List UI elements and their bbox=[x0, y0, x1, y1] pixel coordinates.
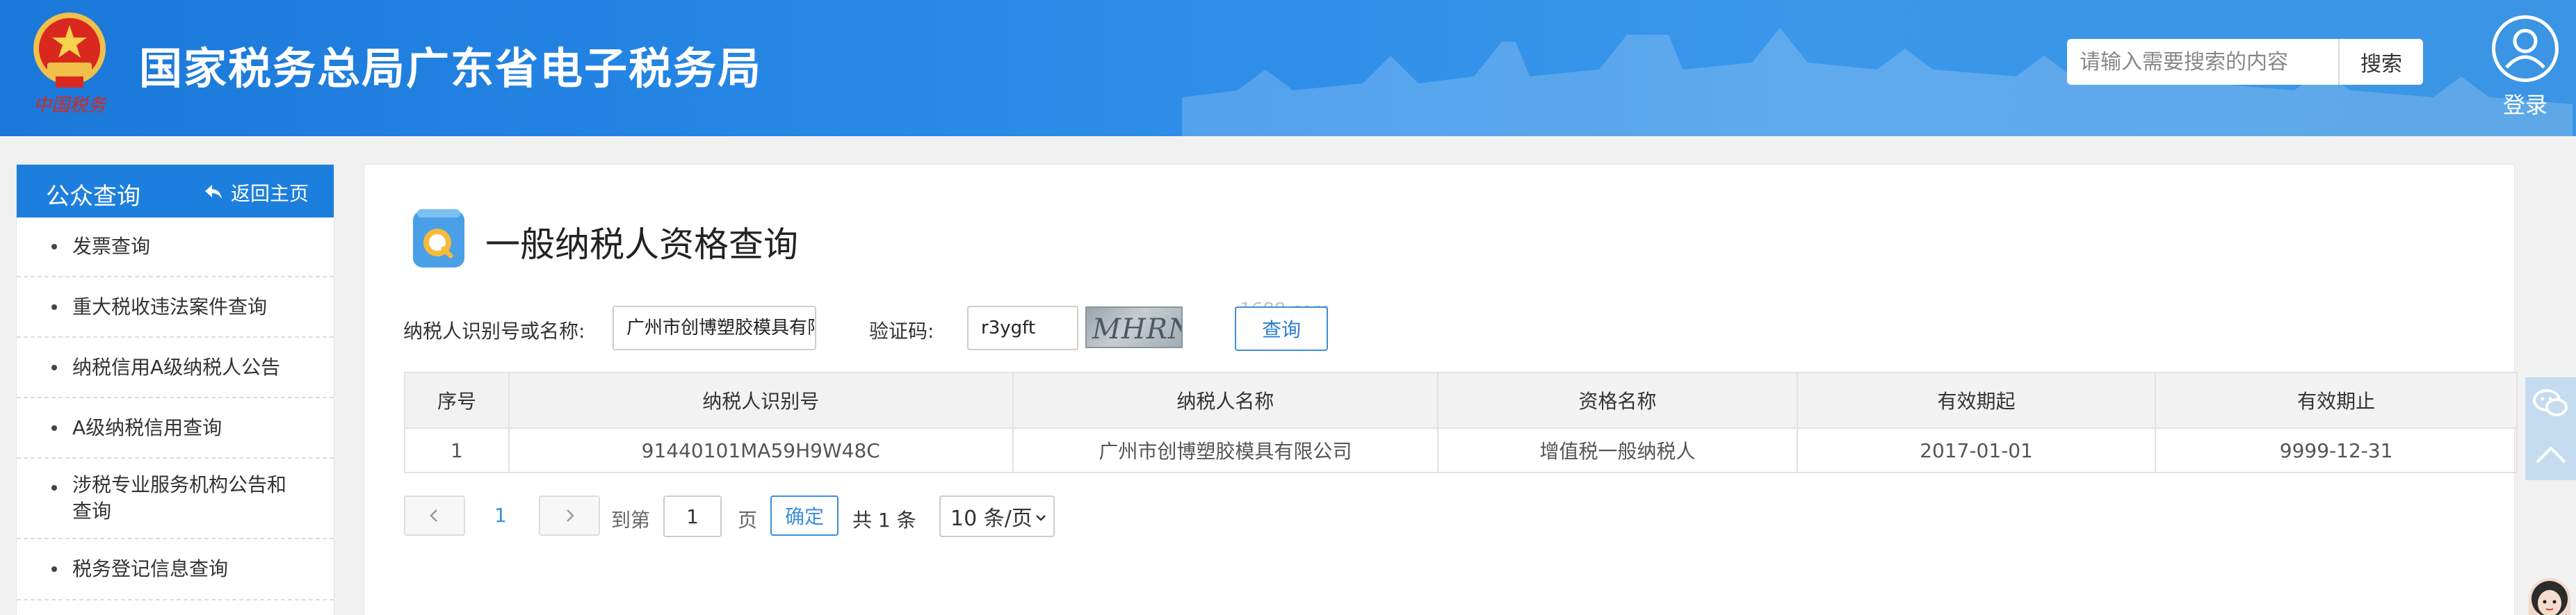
back-to-top-icon bbox=[2536, 446, 2566, 464]
table-header-row: 序号 纳税人识别号 纳税人名称 资格名称 有效期起 有效期止 bbox=[404, 372, 2518, 429]
table-cell: 广州市创博塑胶模具有限公司 bbox=[1012, 427, 1439, 473]
bullet-icon bbox=[51, 566, 57, 572]
total-count: 共 1 条 bbox=[852, 509, 916, 532]
table-cell: 2017-01-01 bbox=[1796, 427, 2157, 473]
back-home-label: 返回主页 bbox=[231, 182, 309, 205]
column-header: 纳税人识别号 bbox=[508, 372, 1014, 429]
prev-page-button[interactable] bbox=[404, 495, 465, 536]
bullet-icon bbox=[51, 485, 57, 491]
login-button[interactable]: 登录 bbox=[2490, 15, 2560, 120]
captcha-input[interactable]: r3ygft bbox=[967, 306, 1078, 350]
sidebar-title: 公众查询 bbox=[46, 183, 140, 211]
sidebar-item-label: 纳税信用A级纳税人公告 bbox=[72, 355, 281, 379]
sidebar-item-registration[interactable]: 税务登记信息查询 bbox=[17, 539, 334, 600]
sidebar-header: 公众查询 返回主页 bbox=[17, 165, 334, 218]
current-page[interactable]: 1 bbox=[494, 504, 507, 527]
return-arrow-icon bbox=[205, 185, 222, 199]
chevron-left-icon bbox=[430, 509, 437, 522]
site-header: 中国税务 国家税务总局广东省电子税务局 搜索 登录 bbox=[0, 0, 2576, 136]
table-row: 1 91440101MA59H9W48C 广州市创博塑胶模具有限公司 增值税一般… bbox=[404, 427, 2518, 473]
wechat-icon bbox=[2532, 389, 2568, 416]
back-to-top-button[interactable] bbox=[2525, 429, 2576, 480]
table-cell: 91440101MA59H9W48C bbox=[508, 427, 1014, 473]
page-size-value: 10 条/页 bbox=[950, 507, 1032, 531]
captcha-label: 验证码: bbox=[869, 320, 934, 343]
captcha-image[interactable]: MHRNH7 bbox=[1085, 306, 1183, 348]
next-page-button[interactable] bbox=[539, 495, 600, 536]
sidebar-item-a-level-notice[interactable]: 纳税信用A级纳税人公告 bbox=[17, 338, 334, 398]
national-tax-emblem-icon: 中国税务 bbox=[33, 13, 107, 116]
page-size-select[interactable]: 10 条/页 bbox=[939, 495, 1055, 537]
sidebar: 公众查询 返回主页 发票查询 重大税收违法案件查询 纳税信用A级纳税人公告 A级… bbox=[16, 164, 334, 615]
taxpayer-input[interactable]: 广州市创博塑胶模具有限公司 bbox=[613, 306, 816, 350]
goto-label: 到第 bbox=[611, 509, 651, 532]
search-document-icon bbox=[413, 209, 464, 268]
wechat-float-button[interactable] bbox=[2525, 377, 2576, 429]
column-header: 纳税人名称 bbox=[1012, 372, 1439, 429]
sidebar-item-label: 重大税收违法案件查询 bbox=[72, 295, 268, 318]
goto-confirm-button[interactable]: 确定 bbox=[770, 495, 839, 536]
search-input[interactable] bbox=[2067, 39, 2338, 85]
pagination: 1 到第 页 确定 共 1 条 10 条/页 bbox=[404, 495, 1099, 537]
column-header: 序号 bbox=[404, 372, 510, 429]
column-header: 有效期止 bbox=[2155, 372, 2518, 429]
svg-text:中国税务: 中国税务 bbox=[33, 95, 107, 116]
query-button[interactable]: 查询 bbox=[1235, 306, 1328, 351]
bullet-icon bbox=[51, 364, 57, 370]
search-button[interactable]: 搜索 bbox=[2338, 39, 2423, 85]
page-title: 一般纳税人资格查询 bbox=[485, 224, 798, 265]
page-unit-label: 页 bbox=[738, 509, 758, 532]
taxpayer-label: 纳税人识别号或名称: bbox=[403, 320, 585, 343]
back-home-link[interactable]: 返回主页 bbox=[203, 179, 309, 206]
site-title: 国家税务总局广东省电子税务局 bbox=[139, 43, 763, 94]
sidebar-item-service-agency[interactable]: 涉税专业服务机构公告和查询 bbox=[17, 459, 334, 539]
chevron-down-icon bbox=[1036, 515, 1046, 521]
chevron-right-icon bbox=[567, 509, 574, 522]
column-header: 资格名称 bbox=[1437, 372, 1798, 429]
sidebar-item-invoice-query[interactable]: 发票查询 bbox=[17, 218, 334, 277]
sidebar-item-label: 税务登记信息查询 bbox=[72, 557, 229, 580]
sidebar-item-label: 发票查询 bbox=[72, 235, 151, 258]
main-panel: 一般纳税人资格查询 纳税人识别号或名称: 广州市创博塑胶模具有限公司 验证码: … bbox=[364, 164, 2518, 615]
table-cell: 9999-12-31 bbox=[2155, 427, 2518, 473]
assistant-avatar[interactable] bbox=[2529, 578, 2570, 615]
table-cell: 1 bbox=[404, 427, 510, 473]
sidebar-item-a-level-query[interactable]: A级纳税信用查询 bbox=[17, 398, 334, 459]
table-cell: 增值税一般纳税人 bbox=[1437, 427, 1798, 473]
column-header: 有效期起 bbox=[1796, 372, 2157, 429]
login-label: 登录 bbox=[2502, 92, 2547, 118]
sidebar-item-label: A级纳税信用查询 bbox=[72, 416, 222, 439]
assistant-icon bbox=[2532, 581, 2568, 615]
bullet-icon bbox=[51, 244, 57, 249]
user-icon bbox=[2492, 15, 2559, 82]
result-table: 序号 纳税人识别号 纳税人名称 资格名称 有效期起 有效期止 1 9144010… bbox=[404, 372, 2518, 473]
bullet-icon bbox=[51, 304, 57, 310]
captcha-image-text: MHRNH7 bbox=[1092, 313, 1181, 345]
bullet-icon bbox=[51, 425, 57, 431]
goto-page-input[interactable] bbox=[663, 495, 722, 537]
sidebar-item-label: 涉税专业服务机构公告和查询 bbox=[72, 473, 287, 523]
sidebar-item-major-violation[interactable]: 重大税收违法案件查询 bbox=[17, 277, 334, 338]
